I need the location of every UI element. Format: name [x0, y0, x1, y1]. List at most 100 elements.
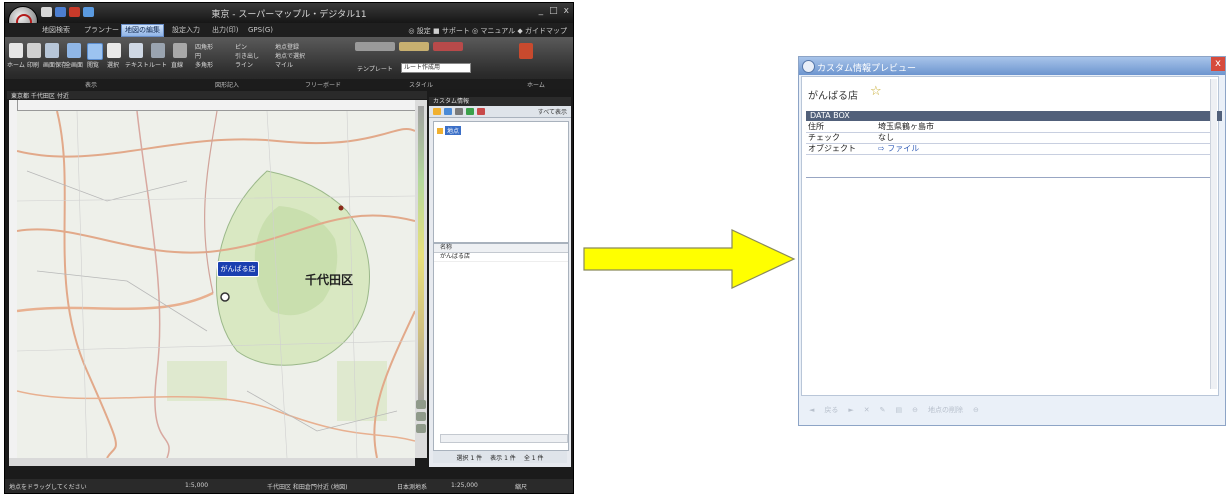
- folder-tree[interactable]: 地点: [433, 121, 569, 243]
- horizontal-scrollbar[interactable]: [9, 458, 415, 466]
- tab-settings-input[interactable]: 設定入力: [169, 25, 203, 36]
- data-row: オブジェクト ⇨ ファイル: [806, 144, 1214, 155]
- zoom-chip-icon[interactable]: [416, 400, 426, 409]
- ribbon-item-rectangle[interactable]: 四角形: [195, 42, 213, 51]
- data-row-label: 住所: [808, 122, 824, 131]
- tree-item[interactable]: 地点: [437, 126, 462, 135]
- close-button[interactable]: x: [564, 6, 569, 16]
- save-screen-icon[interactable]: [45, 43, 59, 58]
- ribbon-button-fullscreen[interactable]: 全画面: [65, 60, 83, 69]
- home-map-icon[interactable]: [519, 43, 533, 59]
- print-icon[interactable]: ▤: [896, 406, 903, 414]
- status-map-scale: 1:25,000: [451, 482, 478, 489]
- document-tab[interactable]: 東京都 千代田区 付近: [11, 91, 69, 100]
- ribbon-button-line[interactable]: 直線: [171, 60, 183, 69]
- settings-icon[interactable]: ⊖: [973, 406, 979, 414]
- preview-toolbar: ◄ 戻る ► ✕ ✎ ▤ ⊖ 地点の削除 ⊖: [799, 397, 1225, 423]
- delete-icon[interactable]: [477, 108, 485, 115]
- tab-map-search[interactable]: 地図検索: [39, 25, 73, 36]
- group-display: 表示: [85, 82, 98, 89]
- list-item[interactable]: がんばる店: [434, 253, 568, 262]
- ribbon-group-labels: 表示 図形記入 フリーボード スタイル ホーム: [5, 79, 573, 89]
- ribbon-button-save-screen[interactable]: 画面保存: [43, 60, 67, 69]
- panel-toolbar: すべて表示: [429, 106, 571, 118]
- quick-access-toolbar: [41, 7, 94, 17]
- custom-info-panel: カスタム情報 すべて表示 地点 名称 がんばる店 選択 1 件 表示 1 件 全…: [429, 97, 571, 467]
- status-bar: 地点をドラッグしてください 1:5,000 千代田区 和田倉門付近 (地図) 日…: [5, 479, 573, 493]
- ribbon-item-mile[interactable]: マイル: [275, 60, 293, 69]
- ribbon: ホーム 印刷 画面保存 全画面 閲覧 選択 テキスト ルート 直線 四角形 円 …: [5, 37, 573, 89]
- data-row-label: オブジェクト: [808, 144, 856, 153]
- folder-icon[interactable]: [433, 108, 441, 115]
- horizontal-ruler: [17, 100, 415, 111]
- zoom-icon[interactable]: ✕: [864, 406, 870, 414]
- ribbon-item-polygon[interactable]: 多角形: [195, 60, 213, 69]
- selected-count: 選択 1 件: [456, 454, 483, 462]
- delete-point-icon[interactable]: ⊖: [912, 406, 918, 414]
- browse-icon[interactable]: [87, 43, 103, 60]
- ribbon-item-register-point[interactable]: 地点登録: [275, 42, 299, 51]
- select-arrow-icon[interactable]: [107, 43, 121, 58]
- poi-callout[interactable]: がんばる店: [217, 261, 259, 277]
- style-color-icon[interactable]: [399, 42, 429, 51]
- template-select[interactable]: ルート作成用: [401, 63, 471, 73]
- help-links[interactable]: ◎ 設定 ■ サポート ◎ マニュアル ◆ ガイドマップ: [408, 26, 567, 36]
- fullscreen-icon[interactable]: [67, 43, 81, 58]
- ribbon-button-select[interactable]: 選択: [107, 60, 119, 69]
- show-all-button[interactable]: すべて表示: [538, 107, 571, 116]
- file-link[interactable]: ⇨ ファイル: [878, 144, 919, 154]
- map-canvas[interactable]: がんばる店 千代田区: [17, 111, 415, 458]
- zoom-chip-icon[interactable]: [416, 412, 426, 421]
- minimize-button[interactable]: _: [539, 6, 544, 16]
- style-fill-icon[interactable]: [433, 42, 463, 51]
- point-list[interactable]: 名称 がんばる店: [433, 243, 569, 451]
- ribbon-button-text[interactable]: テキスト: [125, 60, 149, 69]
- preview-title: カスタム情報プレビュー: [817, 64, 917, 74]
- home-icon[interactable]: [9, 43, 23, 58]
- tab-output[interactable]: 出力(印): [209, 25, 241, 36]
- star-icon[interactable]: ☆: [870, 84, 882, 99]
- ribbon-item-select-by-point[interactable]: 地点で選択: [275, 51, 305, 60]
- preview-scrollbar[interactable]: [1210, 79, 1217, 389]
- list-hscrollbar[interactable]: [440, 434, 568, 443]
- ribbon-item-line[interactable]: ライン: [235, 60, 253, 69]
- route-icon[interactable]: [151, 43, 165, 58]
- ribbon-button-route[interactable]: ルート: [149, 60, 167, 69]
- data-row-value: なし: [878, 133, 894, 142]
- data-box-header: DATA BOX: [806, 111, 1222, 121]
- save-icon[interactable]: [41, 7, 52, 17]
- edit-icon[interactable]: ✎: [880, 406, 886, 414]
- tab-map-edit[interactable]: 地図の編集: [121, 24, 164, 37]
- back-arrow-icon[interactable]: ◄: [809, 406, 814, 414]
- edit-icon[interactable]: [455, 108, 463, 115]
- tab-planner[interactable]: プランナー: [81, 25, 122, 36]
- tab-gps[interactable]: GPS(G): [245, 25, 276, 36]
- ribbon-button-print[interactable]: 印刷: [27, 60, 39, 69]
- zoom-chip-icon[interactable]: [416, 424, 426, 433]
- ribbon-button-browse[interactable]: 閲覧: [87, 60, 99, 69]
- shown-count: 表示 1 件: [490, 454, 516, 462]
- print-icon[interactable]: [27, 43, 41, 58]
- preview-close-button[interactable]: x: [1211, 57, 1225, 71]
- text-icon[interactable]: [129, 43, 143, 58]
- ribbon-item-callout[interactable]: 引き出し: [235, 51, 259, 60]
- ribbon-item-pin[interactable]: ピン: [235, 42, 247, 51]
- add-point-icon[interactable]: [444, 108, 452, 115]
- customize-icon[interactable]: [83, 7, 94, 17]
- undo-icon[interactable]: [55, 7, 66, 17]
- line-icon[interactable]: [173, 43, 187, 58]
- maximize-button[interactable]: □: [549, 6, 558, 16]
- panel-title: カスタム情報: [429, 97, 571, 106]
- forward-arrow-icon[interactable]: ►: [848, 406, 853, 414]
- list-header-name[interactable]: 名称: [434, 244, 568, 253]
- delete-point-button[interactable]: 地点の削除: [928, 405, 963, 415]
- zoom-scale-bar[interactable]: [415, 100, 427, 458]
- redo-icon[interactable]: [69, 7, 80, 17]
- back-button[interactable]: 戻る: [824, 405, 838, 415]
- ribbon-item-circle[interactable]: 円: [195, 51, 201, 60]
- status-location: 千代田区 和田倉門付近 (地図): [267, 484, 348, 491]
- ribbon-button-home[interactable]: ホーム: [7, 60, 25, 69]
- style-swatch-icon[interactable]: [355, 42, 395, 51]
- status-datum: 日本測地系: [397, 484, 428, 491]
- check-icon[interactable]: [466, 108, 474, 115]
